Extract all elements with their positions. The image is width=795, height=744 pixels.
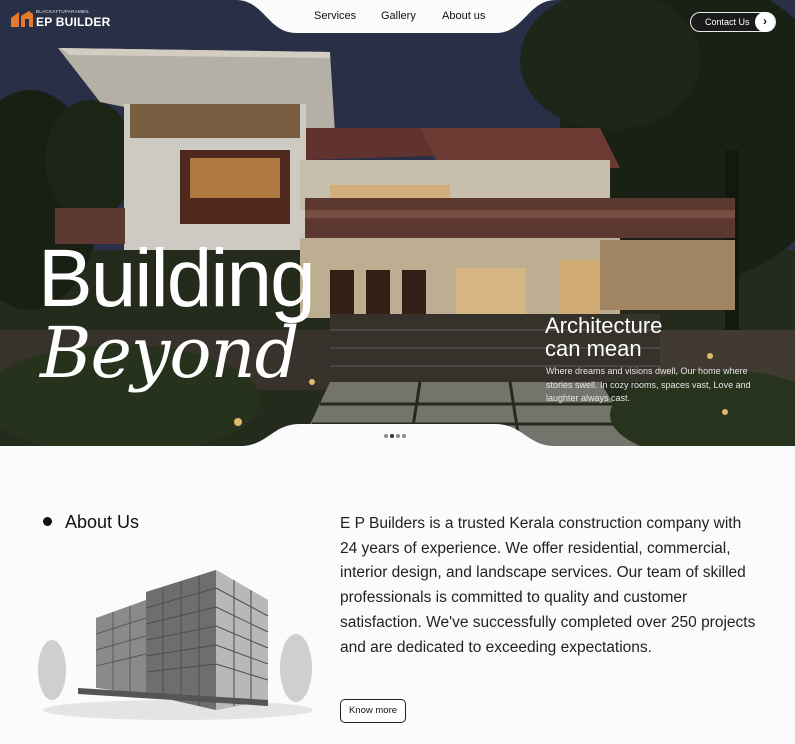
top-nav: Services Gallery About us [236,0,556,33]
carousel-dot[interactable] [396,434,400,438]
hero-side-title-line2: can mean [545,336,642,361]
carousel-dots [384,434,414,440]
nav-services[interactable]: Services [314,10,356,22]
logo-house-icon [11,11,33,27]
chevron-right-icon: › [755,12,775,32]
about-heading: About Us [65,512,140,532]
nav-about-us[interactable]: About us [442,10,485,22]
hero-side-title: Architecture can mean [545,314,662,360]
hero-banner: BLACKATTUPARAMBIL EP BUILDER Services Ga… [0,0,795,446]
contact-us-button[interactable]: Contact Us › [690,12,776,32]
contact-us-label: Contact Us [705,17,750,27]
building-sketch-image [38,560,312,726]
nav-gallery[interactable]: Gallery [381,10,416,22]
about-bullet-dot [43,517,52,526]
hero-side-title-line1: Architecture [545,313,663,338]
about-body-text: E P Builders is a trusted Kerala constru… [340,515,756,656]
hero-side-text: Where dreams and visions dwell, Our home… [546,366,751,403]
logo-tagline: BLACKATTUPARAMBIL [36,9,90,14]
brand-logo[interactable]: BLACKATTUPARAMBIL EP BUILDER [10,8,120,30]
carousel-dot[interactable] [384,434,388,438]
hero-headline-line1: Building [38,233,316,324]
hero-headline-line2: Beyond [40,312,299,394]
know-more-button[interactable]: Know more [340,699,406,723]
logo-name: EP BUILDER [36,15,111,29]
carousel-dot[interactable] [390,434,394,438]
carousel-dot[interactable] [402,434,406,438]
